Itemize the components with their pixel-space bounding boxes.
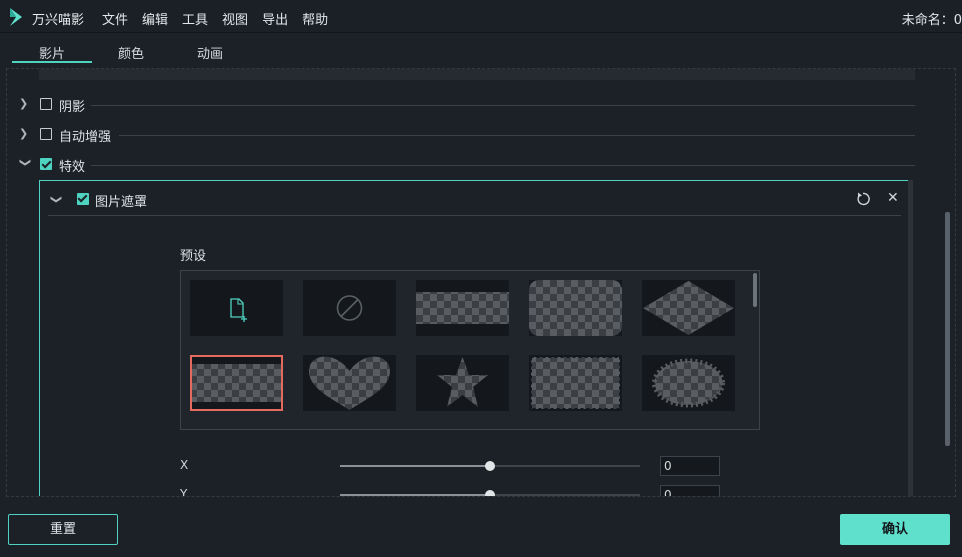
image-mask-checkbox[interactable] <box>77 193 89 205</box>
panel-scrollbar[interactable] <box>945 212 950 446</box>
collapsed-section-strip <box>39 69 915 80</box>
y-slider-row: Y 0 <box>180 485 740 497</box>
x-slider-row: X 0 <box>180 456 740 476</box>
effects-checkbox[interactable] <box>40 158 52 170</box>
section-divider <box>91 165 915 166</box>
app-name: 万兴喵影 <box>32 13 85 28</box>
section-divider <box>91 105 915 106</box>
menu-edit[interactable]: 编辑 <box>142 9 168 28</box>
preset-title: 预设 <box>180 249 207 264</box>
section-divider <box>119 135 915 136</box>
preset-star[interactable] <box>416 355 509 411</box>
image-mask-panel: ❯ 图片遮罩 ✕ 预设 X 0 Y 0 <box>39 180 910 497</box>
preset-add-mask[interactable] <box>190 280 283 336</box>
preset-heart[interactable] <box>303 355 396 411</box>
tab-animation[interactable]: 动画 <box>197 43 223 62</box>
menu-view[interactable]: 视图 <box>222 9 248 28</box>
preset-rectangle-selected[interactable] <box>190 355 283 411</box>
section-label: 特效 <box>59 160 86 175</box>
reset-button[interactable]: 重置 <box>8 514 118 545</box>
add-mask-icon <box>230 298 247 322</box>
menu-tools[interactable]: 工具 <box>182 9 208 28</box>
section-label: 阴影 <box>59 100 86 115</box>
rectangle-mask-icon <box>192 364 281 402</box>
preset-burst-ellipse[interactable] <box>642 355 735 411</box>
heart-mask-icon <box>309 356 390 410</box>
chevron-right-icon[interactable]: ❯ <box>19 128 31 140</box>
preset-scrollbar[interactable] <box>753 273 757 307</box>
rounded-rectangle-mask-icon <box>529 280 622 336</box>
rectangle-mask-icon <box>416 292 509 324</box>
menu-bar: 万兴喵影 文件 编辑 工具 视图 导出 帮助 未命名：0 <box>0 0 962 33</box>
reset-icon[interactable] <box>855 191 871 207</box>
menu-export[interactable]: 导出 <box>262 9 288 28</box>
menu-help[interactable]: 帮助 <box>302 9 328 28</box>
tab-video[interactable]: 影片 <box>39 43 65 62</box>
preset-diamond[interactable] <box>642 280 735 336</box>
close-icon[interactable]: ✕ <box>887 190 899 206</box>
section-shadow[interactable]: ❯ 阴影 <box>7 94 917 116</box>
confirm-button[interactable]: 确认 <box>840 514 950 545</box>
image-mask-header: ❯ 图片遮罩 ✕ <box>40 181 909 217</box>
bottom-bar: 重置 确认 <box>0 500 962 557</box>
shadow-checkbox[interactable] <box>40 98 52 110</box>
burst-ellipse-mask-icon <box>652 358 725 408</box>
chevron-down-icon[interactable]: ❯ <box>19 158 32 170</box>
preset-none[interactable] <box>303 280 396 336</box>
menu-file[interactable]: 文件 <box>102 9 128 28</box>
auto-enhance-checkbox[interactable] <box>40 128 52 140</box>
x-slider-fill <box>340 465 490 467</box>
app-logo-icon <box>10 8 22 26</box>
section-label: 自动增强 <box>59 130 112 145</box>
y-slider-fill <box>340 494 490 496</box>
chevron-right-icon[interactable]: ❯ <box>19 98 31 110</box>
section-effects[interactable]: ❯ 特效 <box>7 154 917 176</box>
header-divider <box>48 215 901 216</box>
chevron-down-icon[interactable]: ❯ <box>50 195 63 204</box>
main-menu: 文件 编辑 工具 视图 导出 帮助 <box>102 9 342 28</box>
y-slider-handle[interactable] <box>485 490 495 496</box>
star-mask-icon <box>437 357 488 407</box>
active-tab-indicator <box>12 61 92 63</box>
preset-rounded-rectangle[interactable] <box>529 280 622 336</box>
x-label: X <box>180 458 189 472</box>
none-icon <box>336 295 363 321</box>
diamond-mask-icon <box>643 281 734 335</box>
preset-stamp[interactable] <box>529 355 622 411</box>
section-auto-enhance[interactable]: ❯ 自动增强 <box>7 124 917 146</box>
y-label: Y <box>180 487 188 497</box>
tab-bar: 影片 颜色 动画 <box>0 34 962 64</box>
document-title: 未命名：0 <box>901 13 962 28</box>
stamp-mask-icon <box>529 355 622 411</box>
x-value-input[interactable]: 0 <box>660 456 720 476</box>
properties-panel: ❯ 阴影 ❯ 自动增强 ❯ 特效 ❯ 图片遮罩 ✕ 预设 X 0 Y 0 <box>6 68 956 497</box>
inner-scrollbar-track <box>908 180 913 496</box>
preset-rectangle[interactable] <box>416 280 509 336</box>
image-mask-label: 图片遮罩 <box>95 195 148 210</box>
tab-color[interactable]: 颜色 <box>118 43 144 62</box>
x-slider-handle[interactable] <box>485 461 495 471</box>
preset-grid <box>180 270 760 430</box>
y-value-input[interactable]: 0 <box>660 485 720 496</box>
